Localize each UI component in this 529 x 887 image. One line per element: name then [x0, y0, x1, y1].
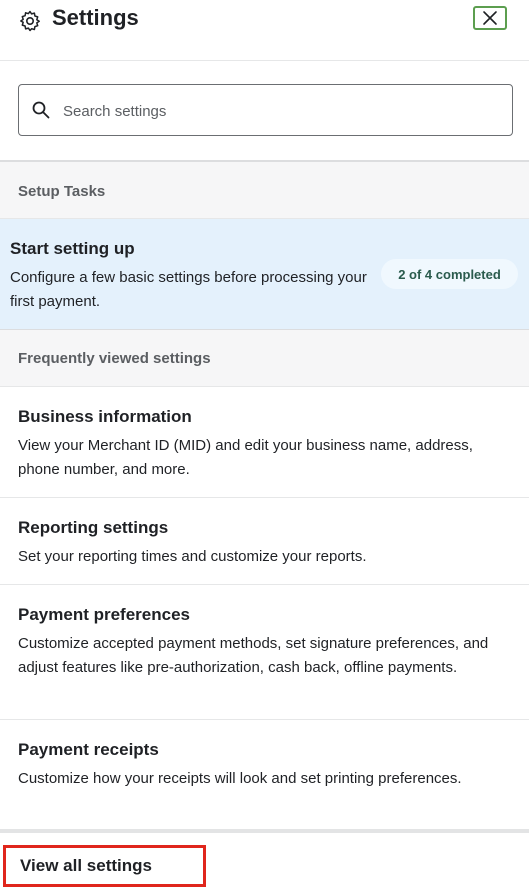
search-area — [0, 61, 529, 160]
settings-footer: View all settings — [0, 829, 529, 887]
item-description: Customize how your receipts will look an… — [18, 770, 462, 787]
setup-card-title: Start setting up — [10, 239, 135, 258]
search-input[interactable] — [61, 97, 495, 125]
setup-card[interactable]: Start setting up Configure a few basic s… — [0, 219, 529, 329]
settings-item-payment-preferences[interactable]: Payment preferences Customize accepted p… — [0, 585, 529, 720]
progress-badge: 2 of 4 completed — [381, 259, 518, 289]
item-description: View your Merchant ID (MID) and edit you… — [18, 437, 473, 478]
item-description: Set your reporting times and customize y… — [18, 548, 367, 565]
close-button[interactable] — [473, 6, 507, 30]
item-title: Payment preferences — [18, 605, 190, 624]
section-header-setup-tasks: Setup Tasks — [0, 160, 529, 219]
gear-icon — [20, 10, 40, 32]
settings-item-reporting-settings[interactable]: Reporting settings Set your reporting ti… — [0, 498, 529, 585]
section-header-frequently-viewed: Frequently viewed settings — [0, 329, 529, 387]
search-icon — [32, 101, 50, 119]
item-description: Customize accepted payment methods, set … — [18, 635, 489, 676]
section-label: Frequently viewed settings — [18, 350, 211, 367]
page-title: Settings — [52, 5, 139, 30]
item-title: Payment receipts — [18, 740, 159, 759]
setup-card-description: Configure a few basic settings before pr… — [10, 269, 367, 310]
close-icon — [483, 11, 497, 25]
view-all-settings-link[interactable]: View all settings — [3, 845, 206, 887]
settings-item-payment-receipts[interactable]: Payment receipts Customize how your rece… — [0, 720, 529, 829]
settings-item-business-information[interactable]: Business information View your Merchant … — [0, 387, 529, 498]
search-field[interactable] — [18, 84, 513, 136]
item-title: Reporting settings — [18, 518, 169, 537]
item-title: Business information — [18, 407, 192, 426]
section-label: Setup Tasks — [18, 183, 106, 200]
settings-header: Settings — [0, 0, 529, 61]
